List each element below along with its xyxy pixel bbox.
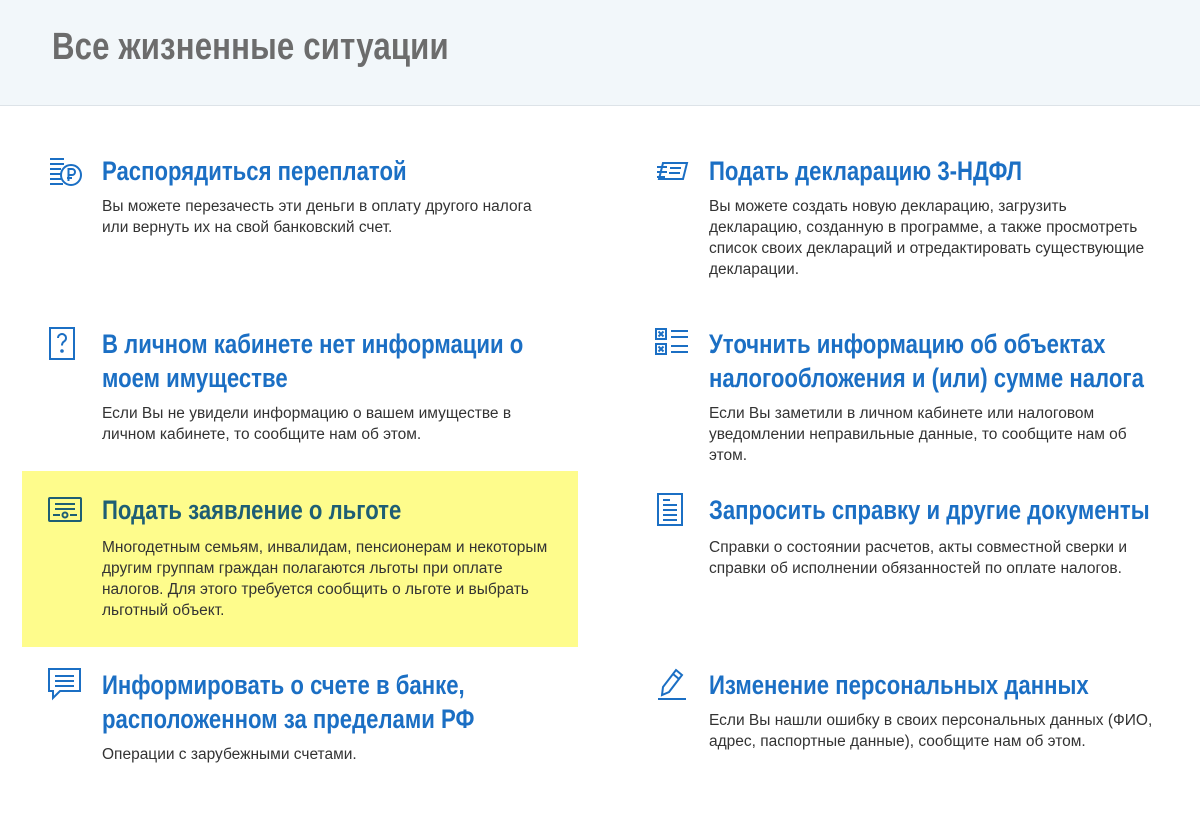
card-title[interactable]: Подать декларацию 3-НДФЛ <box>709 154 1168 188</box>
chat-message-icon <box>48 668 82 702</box>
page-header: Все жизненные ситуации <box>0 0 1200 106</box>
page-title: Все жизненные ситуации <box>52 26 449 68</box>
checklist-x-icon <box>655 327 689 361</box>
certificate-icon <box>48 493 82 527</box>
card-title[interactable]: Уточнить информацию об объектах налогооб… <box>709 327 1168 395</box>
card-description: Вы можете перезачесть эти деньги в оплат… <box>102 198 532 236</box>
document-lines-icon <box>655 493 689 527</box>
question-document-icon <box>48 327 82 361</box>
card-description: Операции с зарубежными счетами. <box>102 746 357 763</box>
card-description: Справки о состоянии расчетов, акты совме… <box>709 539 1127 577</box>
card-title[interactable]: Распорядиться переплатой <box>102 154 561 188</box>
documents-stack-icon <box>655 154 689 188</box>
card-title[interactable]: Подать заявление о льготе <box>102 493 561 527</box>
card-description: Если Вы нашли ошибку в своих персональны… <box>709 712 1153 750</box>
pencil-icon <box>655 668 689 702</box>
card-description: Если Вы заметили в личном кабинете или н… <box>709 405 1127 464</box>
card-title[interactable]: Изменение персональных данных <box>709 668 1168 702</box>
card-title[interactable]: В личном кабинете нет информации о моем … <box>102 327 561 395</box>
card-description: Многодетным семьям, инвалидам, пенсионер… <box>102 539 548 619</box>
coins-ruble-icon <box>48 154 82 188</box>
card-title[interactable]: Информировать о счете в банке, расположе… <box>102 668 561 736</box>
card-description: Если Вы не увидели информацию о вашем им… <box>102 405 512 443</box>
card-title[interactable]: Запросить справку и другие документы <box>709 493 1168 527</box>
card-description: Вы можете создать новую декларацию, загр… <box>709 198 1145 278</box>
